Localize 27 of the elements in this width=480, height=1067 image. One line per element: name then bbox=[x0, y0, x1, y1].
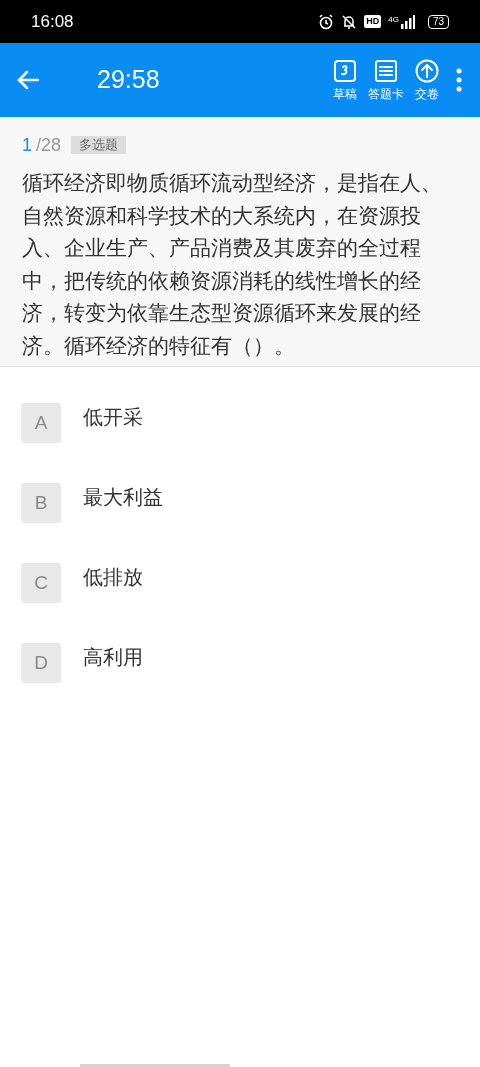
option-text[interactable]: 低排放 bbox=[83, 562, 143, 592]
option-letter-box[interactable]: A bbox=[21, 403, 61, 443]
option-letter-box[interactable]: B bbox=[21, 483, 61, 523]
signal-icon bbox=[400, 14, 415, 29]
more-icon bbox=[456, 68, 462, 92]
option-text[interactable]: 最大利益 bbox=[83, 482, 163, 512]
toolbar-button[interactable]: 答题卡 bbox=[366, 58, 406, 102]
upload-circle-icon bbox=[415, 58, 439, 83]
list-icon bbox=[374, 58, 398, 83]
network-label: 4G bbox=[388, 14, 399, 24]
toolbar-button[interactable]: 草稿 bbox=[331, 58, 359, 102]
option-letter-box[interactable]: D bbox=[21, 643, 61, 683]
question-type-tag: 多选题 bbox=[71, 136, 127, 154]
alarm-clock-icon bbox=[318, 13, 335, 30]
toolbar-button[interactable]: 交卷 bbox=[413, 58, 441, 102]
question-number: 1 bbox=[22, 133, 32, 157]
countdown-timer: 29:58 bbox=[97, 64, 160, 96]
option-text[interactable]: 高利用 bbox=[83, 642, 143, 672]
back-arrow-icon bbox=[17, 70, 39, 90]
hd-badge: HD bbox=[364, 15, 382, 28]
option-letter-box[interactable]: C bbox=[21, 563, 61, 603]
bell-off-icon bbox=[341, 13, 358, 30]
battery-indicator: 73 bbox=[427, 14, 449, 29]
option-text[interactable]: 低开采 bbox=[83, 402, 143, 432]
question-text: 循环经济即物质循环流动型经济，是指在人、自然资源和科学技术的大系统内，在资源投入、企业生产、产品消费及其废弃的全过程中，把传统的依赖资源消耗的线性增长的经济，转变为依靠生态型资源循环来发展的经济。循环经济的特征有（）。 bbox=[22, 170, 443, 359]
question-total: /28 bbox=[36, 133, 62, 157]
status-time: 16:08 bbox=[31, 10, 74, 33]
